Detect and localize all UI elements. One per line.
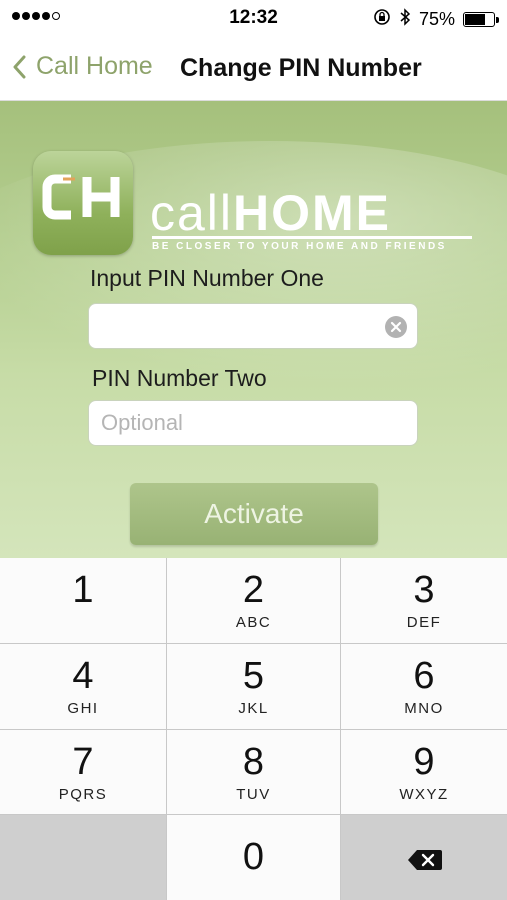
- key-digit: 9: [413, 741, 435, 783]
- key-4[interactable]: 4 GHI: [0, 644, 166, 729]
- pin-two-input[interactable]: [89, 401, 393, 445]
- key-3[interactable]: 3 DEF: [341, 558, 507, 643]
- key-digit: 3: [413, 569, 435, 611]
- key-letters: WXYZ: [399, 786, 449, 803]
- key-digit: 4: [72, 655, 94, 697]
- pin-one-input[interactable]: [89, 304, 393, 348]
- key-letters: PQRS: [58, 786, 108, 803]
- key-digit: 2: [242, 569, 265, 611]
- rotation-lock-icon: [373, 8, 391, 31]
- back-button[interactable]: Call Home: [12, 52, 153, 81]
- pin-two-label: PIN Number Two: [92, 365, 267, 391]
- wordmark-home: HOME: [233, 185, 392, 241]
- navigation-bar: Call Home Change PIN Number: [0, 36, 507, 101]
- key-8[interactable]: 8 TUV: [167, 730, 340, 814]
- delete-key[interactable]: [341, 815, 507, 900]
- key-digit: 0: [242, 836, 265, 878]
- key-blank: [0, 815, 166, 900]
- key-0[interactable]: 0: [167, 815, 340, 900]
- page-title: Change PIN Number: [180, 54, 422, 82]
- key-letters: MNO: [404, 700, 444, 717]
- key-digit: 7: [72, 741, 94, 783]
- pin-one-label: Input PIN Number One: [90, 265, 324, 291]
- key-letters: GHI: [67, 700, 99, 717]
- key-digit: 5: [242, 655, 265, 697]
- pin-one-field[interactable]: [88, 303, 418, 349]
- key-digit: 6: [413, 655, 435, 697]
- clear-text-icon[interactable]: [385, 316, 407, 338]
- pin-two-field[interactable]: [88, 400, 418, 446]
- chevron-left-icon: [13, 55, 26, 78]
- key-letters: ABC: [235, 614, 272, 631]
- activate-button[interactable]: Activate: [130, 483, 378, 545]
- back-button-label: Call Home: [36, 52, 153, 80]
- status-bar: 12:32 75%: [0, 0, 507, 36]
- logo-tagline: BE CLOSER TO YOUR HOME AND FRIENDS: [152, 241, 447, 252]
- key-1[interactable]: 1: [0, 558, 166, 643]
- key-letters: TUV: [236, 786, 271, 803]
- key-2[interactable]: 2 ABC: [167, 558, 340, 643]
- callhome-wordmark: callHOME: [150, 184, 391, 242]
- callhome-logo-icon: [33, 151, 133, 255]
- tagline-divider: [152, 236, 472, 239]
- key-9[interactable]: 9 WXYZ: [341, 730, 507, 814]
- key-7[interactable]: 7 PQRS: [0, 730, 166, 814]
- wordmark-call: call: [150, 185, 234, 241]
- key-digit: 8: [242, 741, 265, 783]
- bluetooth-icon: [399, 8, 411, 31]
- key-digit: 1: [72, 569, 94, 611]
- battery-percent: 75%: [418, 9, 455, 29]
- key-5[interactable]: 5 JKL: [167, 644, 340, 729]
- numeric-keypad: 1 2 ABC 3 DEF 4 GHI 5 JKL 6 MNO 7 PQRS 8…: [0, 558, 507, 900]
- key-6[interactable]: 6 MNO: [341, 644, 507, 729]
- key-letters: DEF: [406, 614, 442, 631]
- content-panel: callHOME BE CLOSER TO YOUR HOME AND FRIE…: [0, 101, 507, 558]
- backspace-icon: [408, 850, 442, 870]
- key-letters: JKL: [238, 700, 269, 717]
- battery-icon: [463, 12, 499, 27]
